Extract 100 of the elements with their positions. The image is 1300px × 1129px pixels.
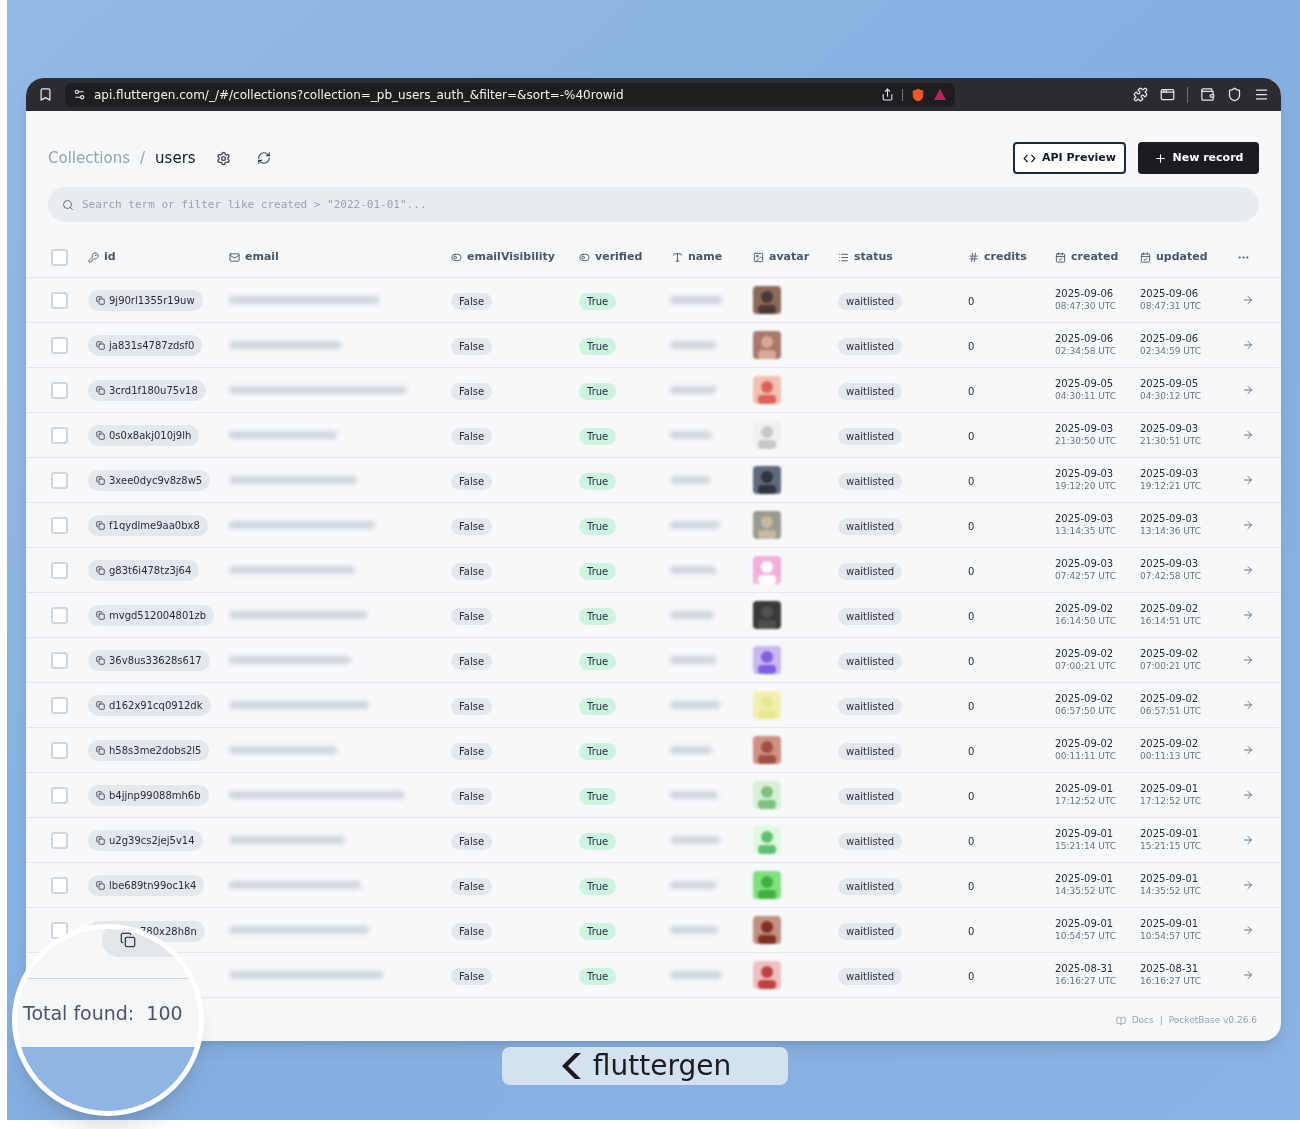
settings-icon[interactable]	[215, 150, 231, 166]
id-chip[interactable]: mvgd512004801zb	[88, 605, 215, 626]
checkbox[interactable]	[51, 606, 68, 624]
copy-icon[interactable]	[96, 701, 105, 710]
column-header[interactable]: name	[688, 249, 723, 266]
column-header[interactable]: email	[245, 249, 279, 266]
copy-icon[interactable]	[96, 341, 105, 350]
id-chip[interactable]: h58s3me2dobs2l5	[88, 740, 210, 761]
open-record-icon[interactable]	[1242, 294, 1254, 306]
checkbox[interactable]	[51, 291, 68, 309]
copy-icon[interactable]	[96, 296, 105, 305]
id-chip[interactable]: b4jjnp99088mh6b	[88, 785, 209, 806]
open-record-icon[interactable]	[1242, 564, 1254, 576]
open-record-icon[interactable]	[1242, 744, 1254, 756]
id-chip[interactable]: 9j90rl1355r19uw	[88, 290, 203, 311]
column-header[interactable]: avatar	[769, 249, 810, 266]
id-chip[interactable]: ja831s4787zdsf0	[88, 335, 203, 356]
column-header[interactable]: credits	[984, 249, 1027, 266]
copy-icon[interactable]	[96, 656, 105, 665]
checkbox[interactable]	[51, 249, 68, 266]
date-text: 2025-09-01	[1055, 917, 1115, 930]
checkbox[interactable]	[51, 831, 68, 849]
copy-icon[interactable]	[96, 566, 105, 575]
copy-icon[interactable]	[96, 746, 105, 755]
open-record-icon[interactable]	[1242, 654, 1254, 666]
menu-icon[interactable]	[1254, 87, 1269, 102]
id-chip[interactable]: lbe689tn99oc1k4	[88, 875, 205, 896]
checkbox[interactable]	[51, 696, 68, 714]
open-record-icon[interactable]	[1242, 924, 1254, 936]
time-text: 08:47:31 UTC	[1140, 300, 1203, 313]
address-bar[interactable]: api.fluttergen.com/_/#/collections?collection=_pb_users_auth_&filter=&sort=-%40rowid	[65, 82, 955, 107]
open-record-icon[interactable]	[1242, 609, 1254, 621]
checkbox[interactable]	[51, 786, 68, 804]
id-chip[interactable]: 3crd1f180u75v18	[88, 380, 206, 401]
true-badge: True	[579, 473, 617, 490]
checkbox[interactable]	[51, 741, 68, 759]
open-record-icon[interactable]	[1242, 429, 1254, 441]
extensions-icon[interactable]	[1133, 87, 1148, 102]
credits-value: 0	[968, 836, 975, 847]
open-record-icon[interactable]	[1242, 474, 1254, 486]
share-icon[interactable]	[881, 88, 894, 101]
date-text: 2025-09-03	[1055, 512, 1115, 525]
column-header[interactable]: id	[104, 249, 116, 266]
open-record-icon[interactable]	[1242, 834, 1254, 846]
id-chip[interactable]: 36v8us33628s617	[88, 650, 210, 671]
api-preview-button[interactable]: API Preview	[1013, 142, 1126, 174]
column-header[interactable]: emailVisibility	[467, 249, 555, 266]
copy-icon[interactable]	[96, 881, 105, 890]
id-chip[interactable]: 3xee0dyc9v8z8w5	[88, 470, 211, 491]
column-header[interactable]: created	[1071, 249, 1119, 266]
open-record-icon[interactable]	[1242, 339, 1254, 351]
open-record-icon[interactable]	[1242, 519, 1254, 531]
id-chip[interactable]: g83t6i478tz3j64	[88, 560, 200, 581]
credits-value: 0	[968, 521, 975, 532]
open-record-icon[interactable]	[1242, 879, 1254, 891]
search-field[interactable]: Search term or filter like created > "2022-01-01"...	[48, 187, 1259, 222]
checkbox[interactable]	[51, 426, 68, 444]
copy-icon[interactable]	[96, 521, 105, 530]
checkbox[interactable]	[51, 651, 68, 669]
site-settings-icon[interactable]	[73, 88, 86, 101]
false-badge: False	[451, 833, 493, 850]
copy-icon[interactable]	[96, 476, 105, 485]
checkbox[interactable]	[51, 381, 68, 399]
shield-icon[interactable]	[911, 87, 925, 102]
id-chip[interactable]: u2g39cs2jej5v14	[88, 830, 203, 851]
copy-icon[interactable]	[96, 611, 105, 620]
time-text: 19:12:20 UTC	[1055, 480, 1118, 493]
checkbox[interactable]	[51, 336, 68, 354]
checkbox[interactable]	[51, 561, 68, 579]
time-text: 07:42:57 UTC	[1055, 570, 1118, 583]
copy-icon[interactable]	[96, 386, 105, 395]
checkbox[interactable]	[51, 921, 68, 939]
id-chip[interactable]: 0s0x8akj010j9lh	[88, 425, 200, 446]
checkbox[interactable]	[51, 516, 68, 534]
false-badge: False	[451, 968, 493, 985]
checkbox[interactable]	[51, 876, 68, 894]
open-record-icon[interactable]	[1242, 384, 1254, 396]
copy-icon[interactable]	[96, 836, 105, 845]
open-record-icon[interactable]	[1242, 969, 1254, 981]
checkbox[interactable]	[51, 471, 68, 489]
open-record-icon[interactable]	[1242, 789, 1254, 801]
refresh-icon[interactable]	[256, 151, 271, 165]
time-text: 17:12:52 UTC	[1140, 795, 1203, 808]
bookmark-icon[interactable]	[38, 87, 53, 102]
column-header[interactable]: status	[854, 249, 893, 266]
id-chip[interactable]: f1qydlme9aa0bx8	[88, 515, 208, 536]
status-badge: waitlisted	[838, 923, 903, 940]
wallet-icon[interactable]	[1200, 87, 1215, 102]
false-badge: False	[451, 923, 493, 940]
column-header[interactable]: updated	[1156, 249, 1208, 266]
time-text: 00:11:11 UTC	[1055, 750, 1118, 763]
id-chip[interactable]: d162x91cq0912dk	[88, 695, 211, 716]
true-badge: True	[579, 563, 617, 580]
copy-icon[interactable]	[96, 791, 105, 800]
window-icon[interactable]	[1160, 87, 1175, 102]
open-record-icon[interactable]	[1242, 699, 1254, 711]
column-header[interactable]: verified	[595, 249, 643, 266]
triangle-icon[interactable]	[933, 88, 947, 101]
new-record-button[interactable]: New record	[1138, 142, 1259, 174]
copy-icon[interactable]	[96, 431, 105, 440]
